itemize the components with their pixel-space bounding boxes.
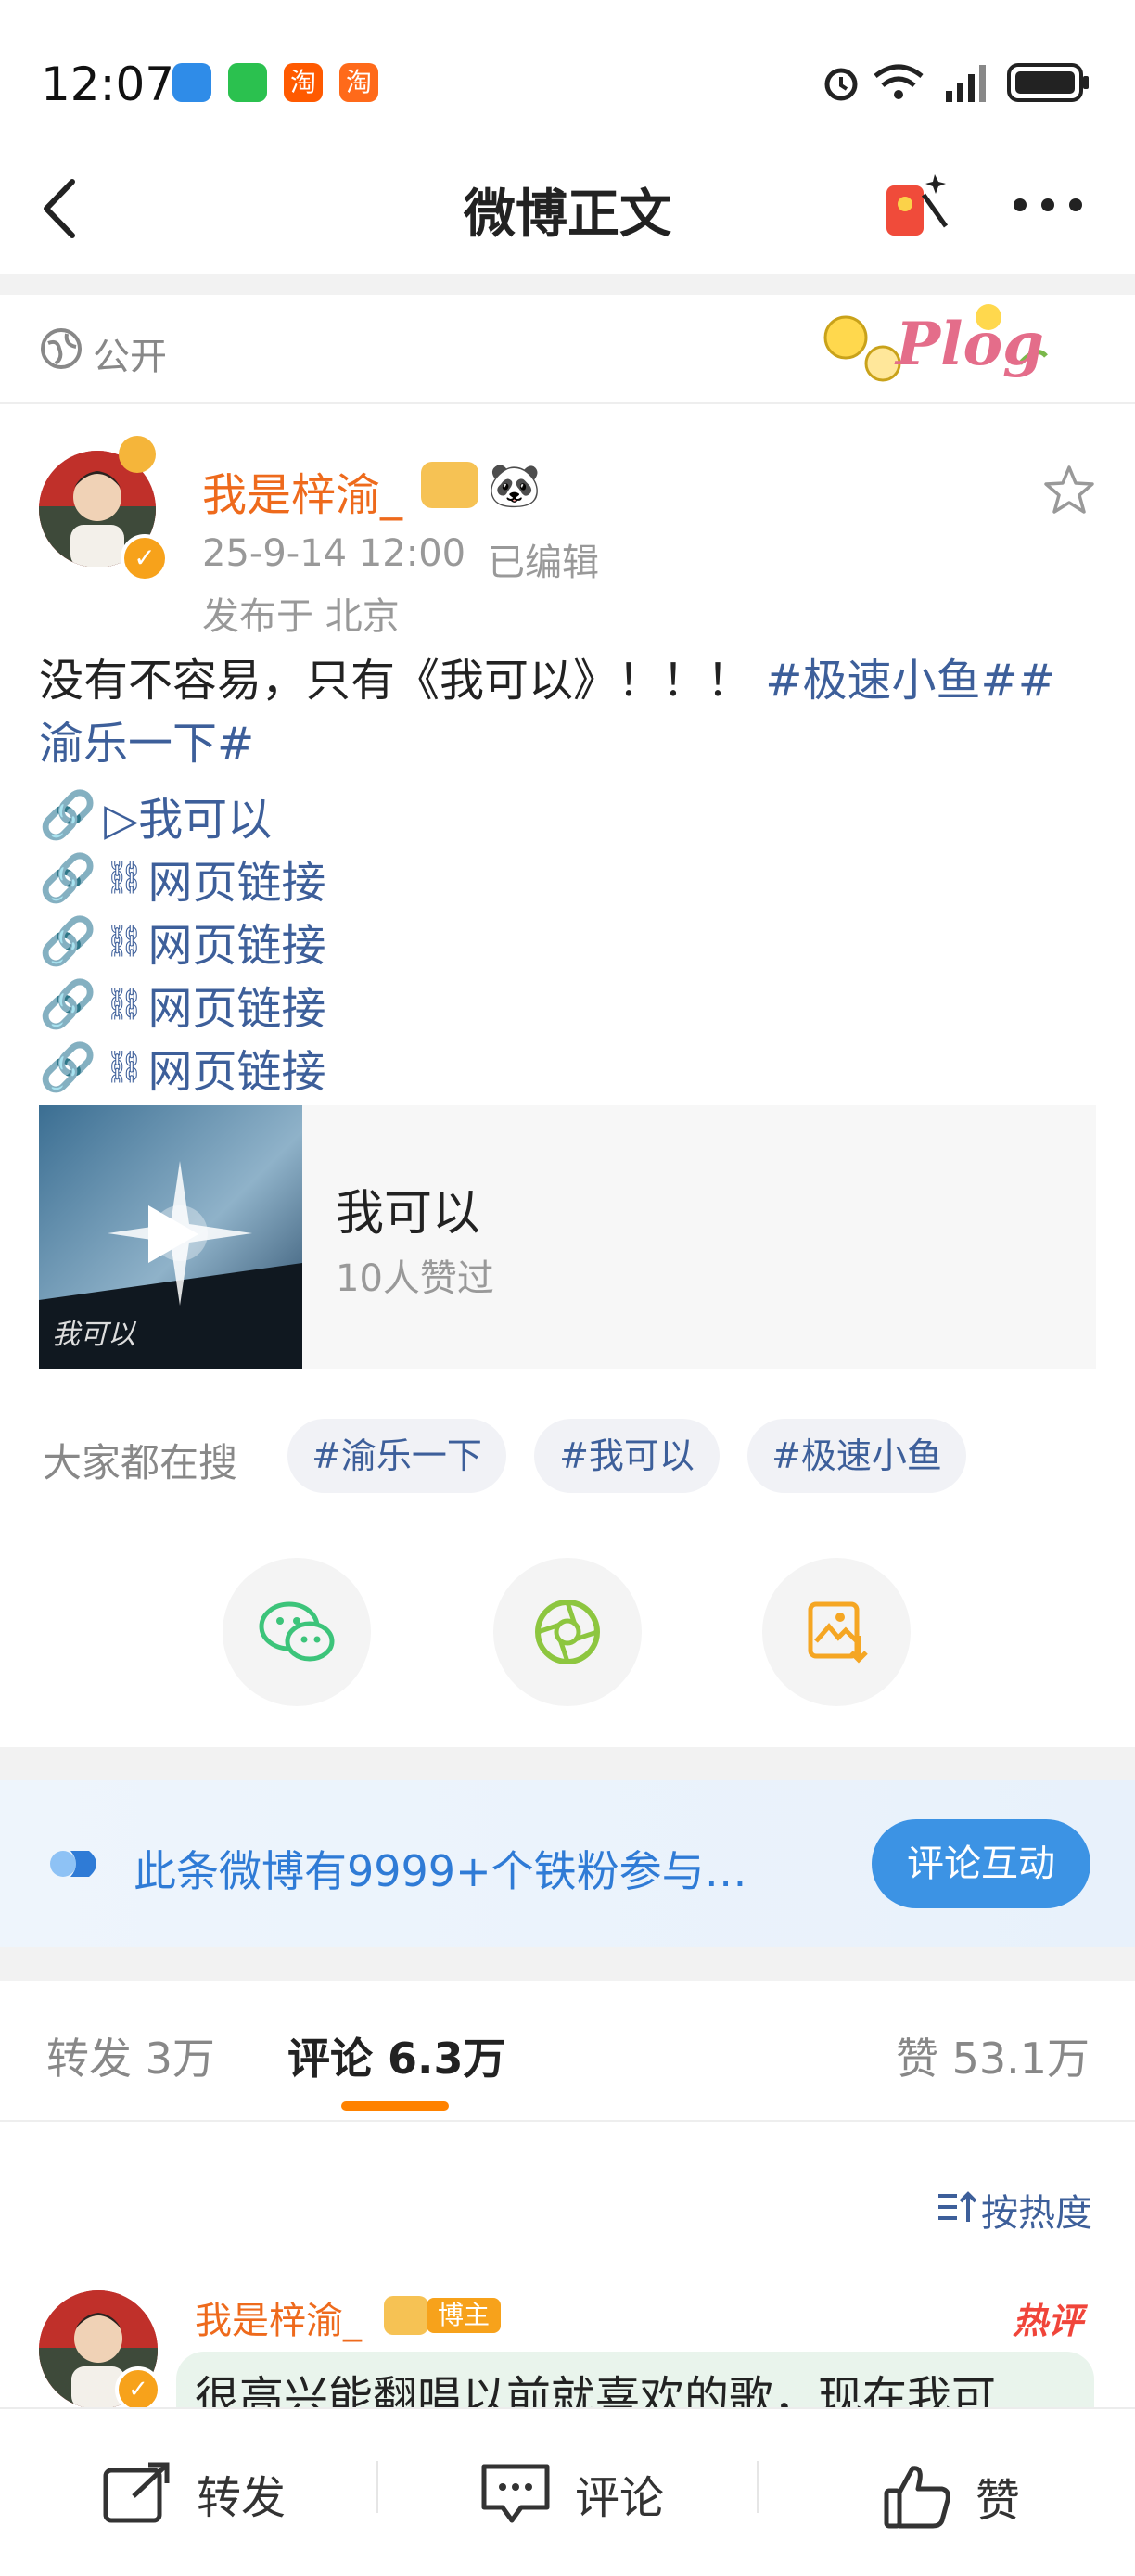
thumb-up-icon (884, 2466, 950, 2529)
link-row-song[interactable]: 🔗 ▷我可以 (39, 783, 272, 848)
panda-icon: 🐼 (488, 460, 542, 510)
moments-icon (535, 1600, 600, 1664)
chain-icon: 🔗 (39, 1039, 97, 1094)
link-row-web-3[interactable]: 🔗 ⛓ 网页链接 (39, 972, 325, 1037)
small-link-icon: ⛓ (104, 1049, 145, 1086)
post-text: 没有不容易，只有《我可以》！！！ #极速小鱼## 渝乐一下# (39, 649, 1105, 775)
battery-icon (1007, 63, 1089, 102)
play-icon[interactable] (143, 1202, 202, 1267)
status-time: 12:07 (41, 57, 175, 111)
share-moments-button[interactable] (493, 1558, 642, 1706)
comment-icon (481, 2464, 550, 2523)
page-title: 微博正文 (464, 185, 671, 245)
repost-icon (103, 2462, 170, 2523)
chain-icon: 🔗 (39, 787, 97, 842)
plog-badge: Plog (816, 299, 1048, 401)
tabs-divider (0, 2120, 1135, 2122)
small-link-icon: ⛓ (104, 923, 145, 960)
save-image-button[interactable] (762, 1558, 911, 1706)
globe-icon (41, 328, 82, 369)
link-label[interactable]: 网页链接 (147, 972, 325, 1037)
trending-chip-yule[interactable]: #渝乐一下 (287, 1419, 506, 1493)
link-label[interactable]: 网页链接 (147, 846, 325, 911)
red-packet-icon[interactable] (881, 167, 953, 241)
bar-separator (376, 2461, 378, 2513)
media-title: 我可以 (336, 1186, 481, 1242)
favorite-star-icon[interactable] (1042, 464, 1096, 517)
sort-label[interactable]: 按热度 (981, 2183, 1092, 2237)
plog-text: Plog (896, 310, 1044, 379)
small-link-icon: ⛓ (104, 860, 145, 897)
fan-banner-text: 此条微博有9999+个铁粉参与… (134, 1846, 747, 1896)
post-edited[interactable]: 已编辑 (488, 532, 599, 586)
author-name[interactable]: 我是梓渝_ (202, 458, 402, 523)
chain-icon: 🔗 (39, 976, 97, 1031)
verified-badge-icon: ✓ (121, 534, 169, 582)
section-divider-2 (0, 1947, 1135, 1981)
wechat-icon (259, 1601, 335, 1662)
comment-label: 评论 (575, 2472, 665, 2524)
share-wechat-button[interactable] (223, 1558, 371, 1706)
bar-separator (757, 2461, 759, 2513)
like-button[interactable]: 赞 (883, 2461, 1020, 2531)
trending-label: 大家都在搜 (43, 1440, 238, 1486)
avatar-pendant-icon (119, 436, 156, 473)
trending-chip-jisu[interactable]: #极速小鱼 (747, 1419, 966, 1493)
more-icon[interactable] (1011, 191, 1085, 219)
post-location: 发布于 北京 (202, 595, 400, 638)
nav-divider (0, 274, 1135, 295)
wifi-icon (874, 64, 924, 99)
status-bar: 12:07 淘 淘 (0, 0, 1135, 148)
taobao-app-icon-2: 淘 (339, 63, 378, 102)
small-link-icon: ⛓ (104, 986, 145, 1023)
repost-label: 转发 (197, 2472, 287, 2524)
author-tag: 博主 (427, 2298, 502, 2333)
message-app-icon (172, 63, 211, 102)
comment-button[interactable]: 评论 (478, 2461, 664, 2526)
section-divider (0, 1747, 1135, 1780)
save-image-icon (808, 1601, 868, 1664)
topic-link-yule[interactable]: 渝乐一下# (39, 718, 254, 770)
alarm-icon (824, 68, 858, 101)
media-likes: 10人赞过 (336, 1257, 494, 1300)
taobao-app-icon: 淘 (284, 63, 323, 102)
commenter-name[interactable]: 我是梓渝_ (195, 2290, 362, 2344)
link-row-web-4[interactable]: 🔗 ⛓ 网页链接 (39, 1035, 325, 1100)
fan-arrow-icon (50, 1851, 96, 1877)
tab-like[interactable]: 赞 53.1万 (896, 2025, 1090, 2086)
crown-badge-icon (384, 2296, 428, 2335)
sort-icon[interactable] (935, 2188, 979, 2225)
visibility-label: 公开 (93, 336, 167, 378)
post-text-plain: 没有不容易，只有《我可以》！！！ (39, 655, 752, 707)
trending-chip-wokeyi[interactable]: #我可以 (534, 1419, 720, 1493)
commenter-verified-icon: ✓ (115, 2366, 161, 2413)
like-label: 赞 (976, 2475, 1021, 2527)
link-label[interactable]: 网页链接 (147, 909, 325, 974)
link-label[interactable]: 网页链接 (147, 1035, 325, 1100)
cover-title-text: 我可以 (52, 1319, 135, 1351)
hot-comment-tag: 热评 (1013, 2301, 1084, 2341)
post-date: 25-9-14 12:00 (202, 532, 466, 575)
link-label[interactable]: ▷我可以 (104, 783, 272, 848)
row-divider (0, 402, 1135, 404)
topic-link-jisu[interactable]: #极速小鱼## (765, 655, 1055, 707)
chain-icon: 🔗 (39, 913, 97, 968)
signal-icon (946, 65, 986, 102)
wechat-app-icon (228, 63, 267, 102)
tab-comment[interactable]: 评论 6.3万 (287, 2025, 506, 2086)
chain-icon: 🔗 (39, 850, 97, 905)
media-card[interactable]: 我可以 我可以 10人赞过 (39, 1105, 1096, 1369)
tab-repost[interactable]: 转发 3万 (46, 2025, 215, 2086)
link-row-web-1[interactable]: 🔗 ⛓ 网页链接 (39, 846, 325, 911)
tab-active-indicator (341, 2101, 449, 2111)
media-cover[interactable]: 我可以 (39, 1105, 302, 1369)
crown-badge-icon (421, 462, 478, 508)
repost-button[interactable]: 转发 (100, 2461, 286, 2526)
link-row-web-2[interactable]: 🔗 ⛓ 网页链接 (39, 909, 325, 974)
comment-interact-button[interactable]: 评论互动 (872, 1819, 1090, 1908)
